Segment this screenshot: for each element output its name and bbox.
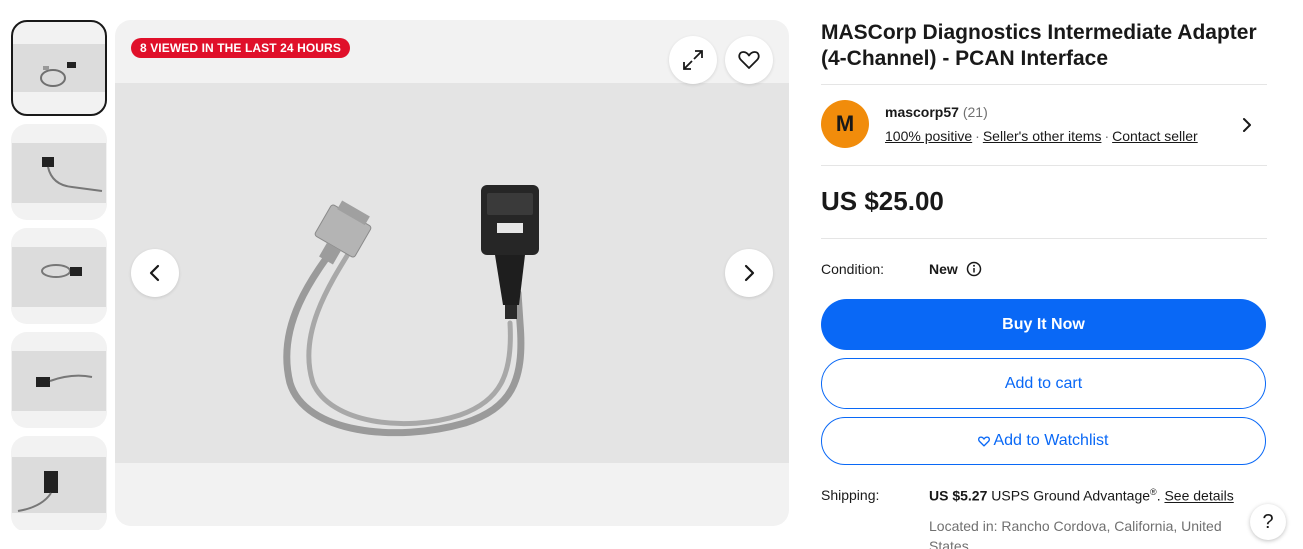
buy-it-now-button[interactable]: Buy It Now [821, 299, 1266, 350]
shipping-value: US $5.27 USPS Ground Advantage®. See det… [929, 487, 1259, 504]
shipping-cost: US $5.27 [929, 487, 988, 504]
price: US $25.00 [821, 186, 944, 216]
watch-heart-button[interactable] [725, 36, 773, 84]
seller-name-row: mascorp57 (21) [885, 104, 988, 120]
condition-label: Condition: [821, 261, 885, 277]
heart-icon [978, 435, 991, 447]
add-to-watchlist-button[interactable]: Add to Watchlist [821, 417, 1266, 465]
seller-links: 100% positive · Seller's other items · Conta… [885, 128, 1198, 144]
separator: · [975, 128, 980, 144]
registered-mark: ® [1150, 487, 1157, 497]
listing-details: MASCorp Diagnostics Intermediate Adapter… [821, 20, 1267, 549]
main-image-panel: 8 VIEWED IN THE LAST 24 HOURS [115, 20, 789, 526]
chevron-left-icon [149, 264, 160, 282]
shipping-label: Shipping: [821, 487, 880, 503]
expand-button[interactable] [669, 36, 717, 84]
item-location: Located in: Rancho Cordova, California, … [929, 518, 1222, 549]
shipping-service: USPS Ground Advantage [991, 487, 1151, 504]
chevron-right-icon [744, 264, 755, 282]
divider [821, 238, 1267, 239]
heart-icon [738, 51, 760, 69]
avatar: M [821, 100, 869, 148]
listing-title: MASCorp Diagnostics Intermediate Adapter… [821, 21, 1257, 70]
thumbnail-3[interactable] [11, 228, 107, 324]
help-button[interactable]: ? [1250, 504, 1286, 540]
add-to-watchlist-label: Add to Watchlist [993, 432, 1109, 449]
thumbnail-5[interactable] [11, 436, 107, 530]
see-details-link[interactable]: See details [1164, 488, 1233, 504]
separator: . [1156, 487, 1161, 504]
add-to-cart-button[interactable]: Add to cart [821, 358, 1266, 409]
separator: · [1104, 128, 1110, 144]
seller-name[interactable]: mascorp57 [885, 104, 959, 120]
info-icon[interactable] [966, 261, 982, 277]
divider [821, 165, 1267, 166]
contact-seller-link[interactable]: Contact seller [1112, 128, 1198, 144]
thumbnail-4[interactable] [11, 332, 107, 428]
condition-value: New [929, 261, 958, 277]
positive-feedback-link[interactable]: 100% positive [885, 128, 972, 144]
next-image-button[interactable] [725, 249, 773, 297]
product-photo[interactable] [115, 83, 789, 463]
thumbnail-1[interactable] [11, 20, 107, 116]
divider [821, 84, 1267, 85]
thumbnail-2[interactable] [11, 124, 107, 220]
viewed-badge: 8 VIEWED IN THE LAST 24 HOURS [131, 38, 350, 58]
chevron-right-icon[interactable] [1241, 116, 1253, 134]
seller-feedback-count: (21) [962, 104, 988, 120]
expand-icon [683, 50, 703, 70]
condition-value-row: New [929, 261, 982, 277]
thumbnail-strip [11, 20, 107, 530]
other-items-link[interactable]: Seller's other items [983, 128, 1102, 144]
previous-image-button[interactable] [131, 249, 179, 297]
seller-card[interactable]: M mascorp57 (21) 100% positive · Seller's … [821, 98, 1267, 154]
